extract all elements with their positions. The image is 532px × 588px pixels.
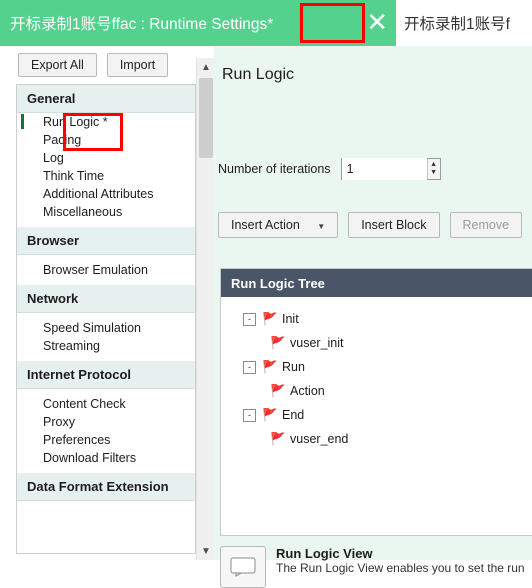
tree-node-label: vuser_init	[290, 336, 344, 350]
run-logic-toolbar: Insert Action ▼ Insert Block Remove	[218, 212, 523, 238]
flag-icon: 🚩	[262, 359, 278, 374]
speech-bubble-icon	[220, 546, 266, 588]
run-logic-tree-box: Run Logic Tree - 🚩 Init 🚩 vuser_init - 🚩…	[220, 268, 532, 536]
sidebar-item-content-check[interactable]: Content Check	[17, 395, 195, 413]
tab-title: 开标录制1账号ffac : Runtime Settings*	[10, 16, 274, 33]
insert-action-button[interactable]: Insert Action ▼	[218, 212, 339, 238]
info-text-wrap: Run Logic View The Run Logic View enable…	[276, 546, 525, 588]
chevron-down-icon[interactable]: ▼	[197, 542, 215, 560]
tree-row[interactable]: - 🚩 Init	[243, 307, 532, 331]
info-description: The Run Logic View enables you to set th…	[276, 561, 525, 575]
window-tab-bar: 开标录制1账号ffac : Runtime Settings* ✕ 开标录制1账…	[0, 0, 532, 46]
sidebar-item-browser-emulation[interactable]: Browser Emulation	[17, 261, 195, 279]
sidebar-item-log[interactable]: Log	[17, 149, 195, 167]
collapse-icon[interactable]: -	[243, 408, 256, 422]
tree-row[interactable]: - 🚩 Run	[243, 355, 532, 379]
tree-row[interactable]: 🚩 vuser_init	[243, 331, 532, 355]
sidebar-item-download-filters[interactable]: Download Filters	[17, 449, 195, 467]
scrollbar-thumb[interactable]	[199, 78, 213, 158]
iterations-row: Number of iterations ▲▼	[218, 158, 441, 180]
chevron-down-icon: ▼	[317, 222, 326, 231]
sidebar-item-miscellaneous[interactable]: Miscellaneous	[17, 203, 195, 221]
sidebar-item-preferences[interactable]: Preferences	[17, 431, 195, 449]
sidebar-category-network[interactable]: Network	[17, 285, 195, 313]
sidebar-item-run-logic[interactable]: Run Logic *	[17, 113, 195, 131]
sidebar-item-speed-simulation[interactable]: Speed Simulation	[17, 319, 195, 337]
chevron-up-icon[interactable]: ▲	[197, 58, 215, 76]
tree-row[interactable]: 🚩 Action	[243, 379, 532, 403]
tree-node-label: Action	[290, 384, 325, 398]
collapse-icon[interactable]: -	[243, 312, 256, 326]
insert-action-label: Insert Action	[231, 218, 300, 232]
flag-icon: 🚩	[270, 383, 286, 398]
iterations-stepper[interactable]: ▲▼	[340, 158, 441, 180]
sidebar-item-additional-attributes[interactable]: Additional Attributes	[17, 185, 195, 203]
sidebar-category-browser[interactable]: Browser	[17, 227, 195, 255]
tab-secondary[interactable]: 开标录制1账号f	[396, 0, 532, 46]
sidebar-category-internet-protocol[interactable]: Internet Protocol	[17, 361, 195, 389]
run-logic-panel: Run Logic Number of iterations ▲▼ Insert…	[214, 46, 532, 588]
run-logic-tree-header: Run Logic Tree	[221, 269, 532, 297]
settings-left-panel: Export All Import General Run Logic * Pa…	[0, 46, 212, 560]
close-icon[interactable]: ✕	[366, 10, 388, 36]
flag-icon: 🚩	[270, 335, 286, 350]
settings-vertical-scrollbar[interactable]: ▲ ▼	[196, 58, 215, 560]
iterations-input[interactable]	[341, 158, 427, 180]
info-panel: Run Logic View The Run Logic View enable…	[220, 546, 532, 588]
sidebar-item-proxy[interactable]: Proxy	[17, 413, 195, 431]
stepper-arrows-icon[interactable]: ▲ ▼	[426, 159, 440, 179]
sidebar-item-think-time[interactable]: Think Time	[17, 167, 195, 185]
tree-node-label: vuser_end	[290, 432, 349, 446]
collapse-icon[interactable]: -	[243, 360, 256, 374]
tree-node-label: Init	[282, 312, 299, 326]
flag-icon: 🚩	[262, 311, 278, 326]
left-panel-toolbar: Export All Import	[0, 46, 212, 84]
tree-row[interactable]: - 🚩 End	[243, 403, 532, 427]
flag-icon: 🚩	[262, 407, 278, 422]
insert-block-button[interactable]: Insert Block	[348, 212, 440, 238]
export-all-button[interactable]: Export All	[18, 53, 97, 77]
tree-node-label: Run	[282, 360, 305, 374]
iterations-label: Number of iterations	[218, 162, 331, 176]
sidebar-category-general[interactable]: General	[17, 85, 195, 113]
sidebar-item-pacing[interactable]: Pacing	[17, 131, 195, 149]
page-title: Run Logic	[222, 66, 295, 83]
tree-row[interactable]: 🚩 vuser_end	[243, 427, 532, 451]
settings-category-tree[interactable]: General Run Logic * Pacing Log Think Tim…	[16, 84, 196, 554]
import-button[interactable]: Import	[106, 53, 169, 77]
remove-button[interactable]: Remove	[449, 212, 523, 238]
run-logic-tree-body[interactable]: - 🚩 Init 🚩 vuser_init - 🚩 Run 🚩 Action -…	[221, 297, 532, 451]
info-title: Run Logic View	[276, 546, 373, 561]
tab-runtime-settings[interactable]: 开标录制1账号ffac : Runtime Settings* ✕	[0, 0, 396, 46]
tree-node-label: End	[282, 408, 305, 422]
flag-icon: 🚩	[270, 431, 286, 446]
sidebar-item-streaming[interactable]: Streaming	[17, 337, 195, 355]
tab-secondary-label: 开标录制1账号f	[404, 16, 510, 33]
sidebar-category-data-format-extension[interactable]: Data Format Extension	[17, 473, 195, 501]
